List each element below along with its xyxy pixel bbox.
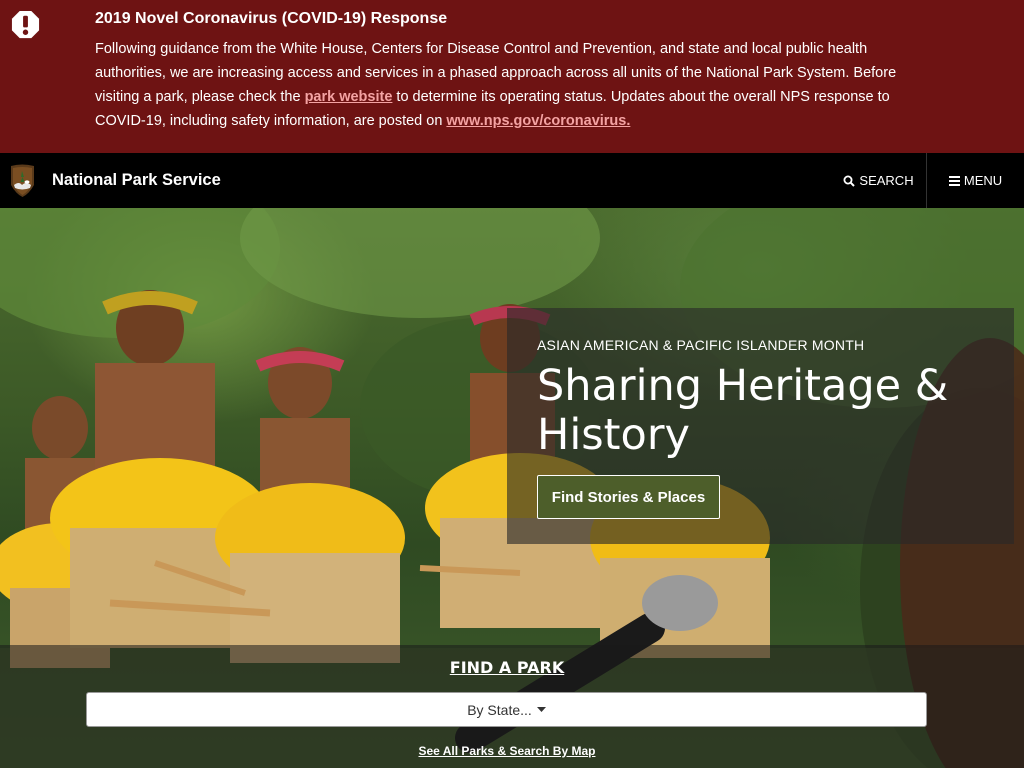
site-name-link[interactable]: National Park Service: [52, 171, 221, 190]
alert-body: Following guidance from the White House,…: [95, 37, 925, 133]
state-select-dropdown[interactable]: By State...: [86, 692, 927, 727]
menu-button[interactable]: MENU: [926, 153, 1024, 208]
find-a-park-section: FIND A PARK By State... See All Parks & …: [0, 645, 1024, 768]
alert-title: 2019 Novel Coronavirus (COVID-19) Respon…: [95, 10, 448, 27]
nps-arrowhead-logo[interactable]: [9, 163, 36, 198]
find-stories-button[interactable]: Find Stories & Places: [537, 475, 720, 519]
state-select-value: By State...: [467, 701, 532, 718]
search-label: SEARCH: [859, 173, 914, 188]
hamburger-icon: [948, 175, 960, 186]
search-button[interactable]: SEARCH: [831, 153, 926, 208]
feature-kicker: ASIAN AMERICAN & PACIFIC ISLANDER MONTH: [537, 337, 865, 353]
hero-banner: ASIAN AMERICAN & PACIFIC ISLANDER MONTH …: [0, 208, 1024, 768]
park-website-link[interactable]: park website: [305, 89, 393, 105]
search-icon: [843, 175, 856, 187]
exclamation-icon: [11, 10, 40, 39]
feature-headline: Sharing Heritage & History: [537, 361, 949, 460]
feature-callout: ASIAN AMERICAN & PACIFIC ISLANDER MONTH …: [507, 308, 1014, 544]
top-navigation-bar: National Park Service SEARCH MENU: [0, 153, 1024, 208]
covid-alert-banner: 2019 Novel Coronavirus (COVID-19) Respon…: [0, 0, 1024, 153]
coronavirus-page-link[interactable]: www.nps.gov/coronavirus.: [446, 113, 630, 129]
caret-down-icon: [536, 706, 546, 712]
see-all-parks-link[interactable]: See All Parks & Search By Map: [0, 744, 1014, 758]
menu-label: MENU: [963, 173, 1003, 188]
find-a-park-heading[interactable]: FIND A PARK: [0, 658, 1014, 677]
